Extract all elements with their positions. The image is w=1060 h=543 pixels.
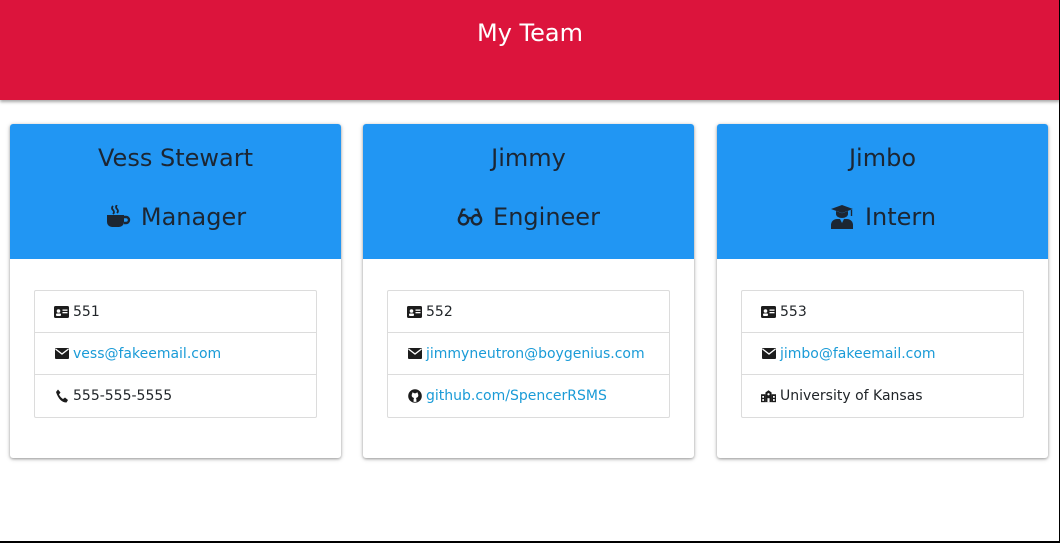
envelope-icon [54,346,69,361]
graduate-icon [829,204,855,230]
list-item-school: University of Kansas [742,375,1023,417]
list-item-github: github.com/SpencerRSMS [388,375,669,417]
school-name: University of Kansas [780,388,923,404]
email-link[interactable]: jimmyneutron@boygenius.com [426,346,645,362]
member-name: Vess Stewart [98,144,253,172]
team-member-card: Jimmy Engineer 552 jimmyneutron@boygeniu… [363,124,694,458]
github-icon [407,389,422,404]
id-card-icon [54,304,69,319]
list-item-id: 553 [742,291,1023,333]
coffee-icon [105,204,131,230]
member-id: 552 [426,303,453,320]
member-name: Jimmy [491,144,566,172]
email-link[interactable]: vess@fakeemail.com [73,346,221,362]
member-id: 551 [73,303,100,320]
member-role-label: Intern [864,203,937,231]
glasses-icon [457,204,483,230]
envelope-icon [761,346,776,361]
id-card-icon [761,304,776,319]
member-role: Engineer [363,202,694,232]
page-title: My Team [477,19,583,47]
member-name: Jimbo [848,144,917,172]
list-item-email: jimbo@fakeemail.com [742,333,1023,375]
member-role: Manager [10,202,341,232]
member-role-label: Manager [140,203,247,231]
list-item-id: 551 [35,291,316,333]
member-role: Intern [717,202,1048,232]
team-member-card: Vess Stewart Manager 551 vess@fakeemail.… [10,124,341,458]
envelope-icon [407,346,422,361]
member-details-list: 553 jimbo@fakeemail.com University of Ka… [741,290,1024,418]
page-header: My Team [0,0,1060,100]
github-link[interactable]: github.com/SpencerRSMS [426,388,607,404]
member-role-label: Engineer [493,203,600,231]
card-header: Jimmy Engineer [363,124,694,259]
team-member-card: Jimbo Intern 553 jimbo@fakeemail.com Uni… [717,124,1048,458]
phone-icon [54,389,69,404]
list-item-email: vess@fakeemail.com [35,333,316,375]
phone-number: 555-555-5555 [73,388,173,404]
list-item-id: 552 [388,291,669,333]
list-item-phone: 555-555-5555 [35,375,316,417]
card-header: Jimbo Intern [717,124,1048,259]
list-item-email: jimmyneutron@boygenius.com [388,333,669,375]
email-link[interactable]: jimbo@fakeemail.com [780,346,936,362]
university-icon [761,389,776,404]
id-card-icon [407,304,422,319]
member-details-list: 551 vess@fakeemail.com 555-555-5555 [34,290,317,418]
member-details-list: 552 jimmyneutron@boygenius.com github.co… [387,290,670,418]
member-id: 553 [780,303,807,320]
card-header: Vess Stewart Manager [10,124,341,259]
